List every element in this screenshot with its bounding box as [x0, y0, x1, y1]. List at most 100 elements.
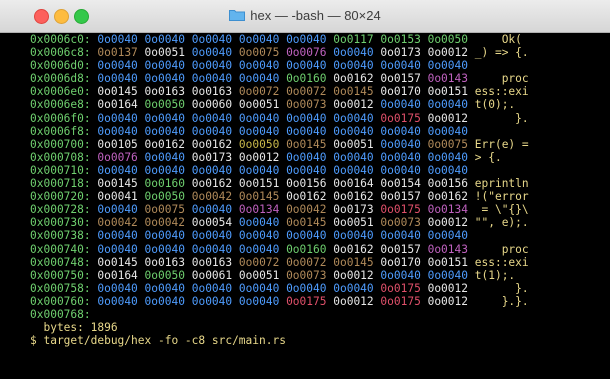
byte-value: 0o0073	[380, 216, 421, 230]
byte-value: 0o0050	[144, 190, 185, 204]
byte-value: 0o0040	[238, 242, 280, 256]
byte-value: 0o0075	[427, 137, 468, 151]
byte-value: 0o0040	[427, 163, 468, 177]
byte-value: 0o0040	[333, 150, 374, 164]
byte-value: 0o0040	[97, 229, 138, 243]
byte-value: 0o0162	[333, 72, 374, 86]
byte-value: 0o0040	[380, 268, 421, 282]
byte-value: 0o0012	[333, 294, 374, 308]
hexdump-row: 0x000730: 0o0042 0o0042 0o0054 0o0040 0o…	[30, 216, 610, 229]
byte-value: 0o0040	[238, 163, 280, 177]
byte-value: 0o0051	[144, 46, 185, 60]
byte-value: 0o0040	[427, 124, 468, 138]
byte-value: 0o0040	[333, 281, 374, 295]
byte-value: 0o0170	[380, 255, 421, 269]
byte-value: 0o0060	[191, 98, 233, 112]
byte-value: 0o0040	[144, 281, 185, 295]
byte-value: 0o0040	[191, 46, 233, 60]
row-address: 0x000768:	[30, 307, 91, 321]
byte-value: 0o0051	[238, 268, 280, 282]
byte-value: 0o0040	[191, 242, 233, 256]
byte-value: 0o0040	[144, 33, 185, 46]
byte-value: 0o0041	[97, 190, 138, 204]
byte-value: 0o0040	[286, 163, 327, 177]
byte-value: 0o0145	[333, 255, 374, 269]
byte-value: 0o0175	[380, 203, 421, 217]
byte-value: 0o0040	[380, 229, 421, 243]
byte-value: 0o0040	[238, 281, 280, 295]
byte-value: 0o0173	[333, 203, 374, 217]
byte-value: 0o0157	[380, 242, 421, 256]
byte-value: 0o0151	[427, 85, 468, 99]
row-address: 0x0006f0:	[30, 111, 91, 125]
byte-value: 0o0040	[238, 59, 280, 73]
byte-value: 0o0040	[144, 150, 185, 164]
byte-value: 0o0175	[380, 111, 421, 125]
byte-value: 0o0173	[380, 46, 421, 60]
byte-value: 0o0040	[191, 163, 233, 177]
row-address: 0x0006d8:	[30, 72, 91, 86]
byte-value: 0o0162	[333, 190, 374, 204]
byte-value: 0o0143	[427, 242, 468, 256]
byte-value: 0o0164	[97, 268, 138, 282]
hexdump-row: 0x000718: 0o0145 0o0160 0o0162 0o0151 0o…	[30, 177, 610, 190]
row-ascii: ess::exi	[474, 255, 529, 269]
byte-value: 0o0040	[191, 203, 233, 217]
byte-value: 0o0157	[380, 72, 421, 86]
row-address: 0x000740:	[30, 242, 91, 256]
byte-value: 0o0040	[238, 294, 280, 308]
byte-value: 0o0012	[427, 111, 468, 125]
byte-value: 0o0050	[144, 98, 185, 112]
row-address: 0x000750:	[30, 268, 91, 282]
row-ascii: = \"{}\	[474, 203, 529, 217]
byte-value: 0o0145	[97, 177, 138, 191]
hexdump-row: 0x0006d8: 0o0040 0o0040 0o0040 0o0040 0o…	[30, 72, 610, 85]
byte-value: 0o0162	[191, 137, 233, 151]
byte-value: 0o0042	[191, 190, 233, 204]
byte-value: 0o0040	[286, 229, 327, 243]
row-address: 0x0006e0:	[30, 85, 91, 99]
row-ascii: proc	[474, 242, 529, 256]
byte-value: 0o0040	[380, 137, 421, 151]
byte-value: 0o0040	[380, 150, 421, 164]
byte-value: 0o0040	[97, 124, 138, 138]
byte-value: 0o0163	[144, 85, 185, 99]
byte-value: 0o0105	[97, 137, 138, 151]
hexdump-row: 0x000748: 0o0145 0o0163 0o0163 0o0072 0o…	[30, 256, 610, 269]
bytes-count: bytes: 1896	[30, 321, 118, 335]
row-ascii: t(1);.	[474, 268, 529, 282]
hexdump-row: 0x0006e0: 0o0145 0o0163 0o0163 0o0072 0o…	[30, 85, 610, 98]
row-address: 0x000728:	[30, 203, 91, 217]
byte-value: 0o0040	[191, 111, 233, 125]
row-ascii: ess::exi	[474, 85, 529, 99]
row-address: 0x000760:	[30, 294, 91, 308]
byte-value: 0o0162	[144, 137, 185, 151]
byte-value: 0o0012	[427, 46, 468, 60]
title-bar[interactable]: hex — -bash — 80×24	[0, 0, 610, 33]
row-ascii: > {.	[474, 150, 529, 164]
hexdump-row: 0x0006c8: 0o0137 0o0051 0o0040 0o0075 0o…	[30, 46, 610, 59]
command-prompt[interactable]: $ target/debug/hex -fo -c8 src/main.rs	[30, 334, 610, 347]
byte-value: 0o0040	[238, 33, 280, 46]
row-address: 0x000718:	[30, 177, 91, 191]
hexdump-row: 0x000710: 0o0040 0o0040 0o0040 0o0040 0o…	[30, 164, 610, 177]
byte-value: 0o0040	[191, 124, 233, 138]
row-address: 0x000730:	[30, 216, 91, 230]
byte-value: 0o0076	[97, 150, 138, 164]
byte-value: 0o0040	[238, 111, 280, 125]
byte-value: 0o0054	[191, 216, 233, 230]
terminal-output[interactable]: 0x0006c0: 0o0040 0o0040 0o0040 0o0040 0o…	[30, 33, 610, 379]
row-ascii: !("error	[474, 190, 529, 204]
folder-icon	[229, 10, 246, 21]
byte-value: 0o0040	[144, 72, 185, 86]
byte-value: 0o0040	[97, 163, 138, 177]
byte-value: 0o0145	[333, 85, 374, 99]
byte-value: 0o0075	[144, 203, 185, 217]
byte-value: 0o0040	[144, 59, 185, 73]
byte-value: 0o0040	[191, 72, 233, 86]
row-ascii: Ok(	[474, 33, 522, 46]
byte-value: 0o0051	[238, 98, 280, 112]
row-address: 0x000748:	[30, 255, 91, 269]
byte-value: 0o0050	[144, 268, 185, 282]
hexdump-row: 0x000760: 0o0040 0o0040 0o0040 0o0040 0o…	[30, 295, 610, 308]
